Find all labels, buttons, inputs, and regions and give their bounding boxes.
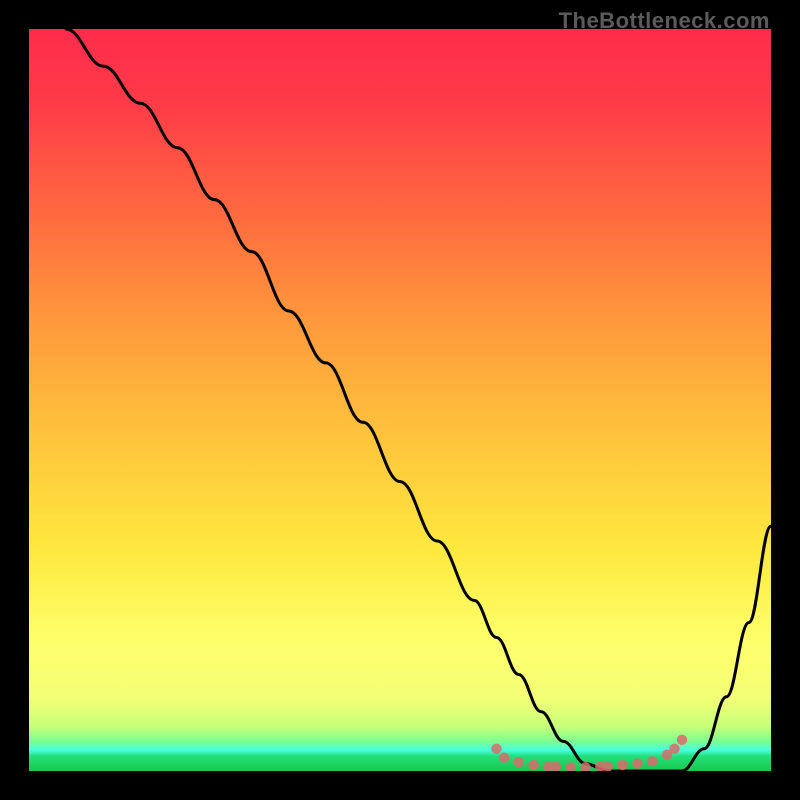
scatter-point: [499, 752, 509, 762]
chart-frame: TheBottleneck.com: [0, 0, 800, 800]
chart-plot-area: [29, 29, 771, 771]
scatter-point: [632, 758, 642, 768]
scatter-point: [617, 760, 627, 770]
scatter-point: [514, 757, 524, 767]
scatter-point: [647, 756, 657, 766]
scatter-point: [491, 744, 501, 754]
gradient-background: [29, 29, 771, 771]
scatter-point: [677, 735, 687, 745]
scatter-point: [669, 744, 679, 754]
scatter-point: [528, 760, 538, 770]
chart-svg: [29, 29, 771, 771]
